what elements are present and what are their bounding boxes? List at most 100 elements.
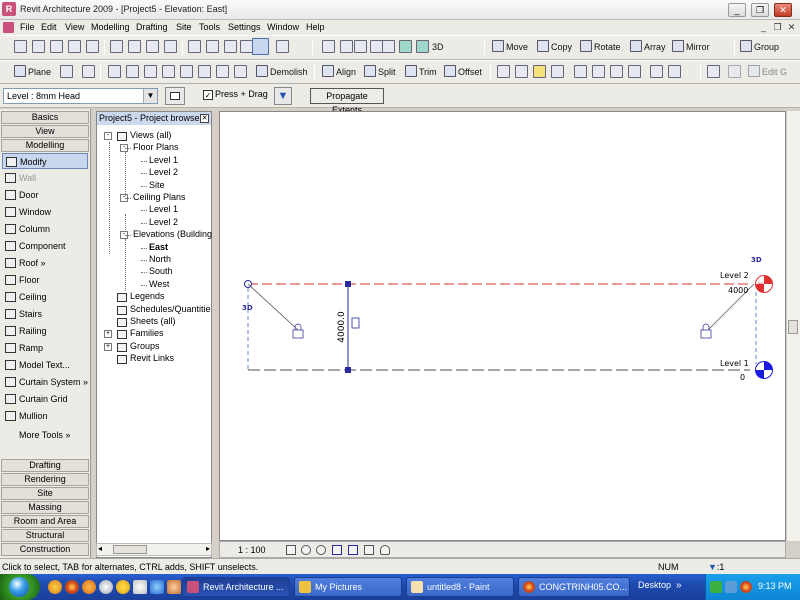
zoom-region-icon[interactable]	[322, 40, 335, 53]
tab-construction[interactable]: Construction	[1, 543, 89, 556]
expand-icon[interactable]: +	[104, 342, 112, 351]
browser-node[interactable]: West	[149, 279, 169, 289]
scale-icon[interactable]	[628, 65, 641, 78]
ungroup-icon[interactable]	[728, 65, 741, 78]
thin-lines-icon[interactable]	[252, 38, 269, 55]
pin-icon[interactable]	[551, 65, 564, 78]
lock-icon[interactable]	[292, 323, 304, 339]
tool-mullion[interactable]: Mullion	[2, 408, 88, 424]
match-type-icon[interactable]	[592, 65, 605, 78]
firefox-icon[interactable]	[82, 580, 96, 594]
chrome-tray-icon[interactable]	[740, 581, 752, 593]
more-tools-button[interactable]: More Tools »	[2, 427, 88, 443]
grid-icon[interactable]	[60, 65, 73, 78]
join-geometry-icon[interactable]	[216, 65, 229, 78]
copy-to-clipboard-icon[interactable]	[497, 65, 510, 78]
level-1-elevation[interactable]: 0	[740, 373, 745, 382]
tool-modify[interactable]: Modify	[2, 153, 88, 169]
mdi-restore-button[interactable]: ❐	[772, 22, 783, 33]
browser-node[interactable]: Families	[130, 328, 164, 338]
close-icon[interactable]: ✕	[200, 114, 209, 123]
level-1-head-icon[interactable]	[755, 361, 773, 379]
desktop-toolbar-label[interactable]: Desktop	[638, 580, 671, 590]
whats-this-help-icon[interactable]	[276, 40, 289, 53]
tab-site[interactable]: Site	[1, 487, 89, 500]
tab-structural[interactable]: Structural	[1, 529, 89, 542]
close-button[interactable]: ✕	[774, 3, 792, 17]
dimension-lock-icon[interactable]	[351, 317, 360, 329]
network-icon[interactable]	[725, 581, 737, 593]
detail-level-icon[interactable]	[286, 545, 296, 555]
browser-node[interactable]: Views (all)	[130, 130, 171, 140]
3d-extent-tag-left[interactable]: 3D	[242, 304, 253, 312]
measure-icon[interactable]	[668, 65, 681, 78]
paint-icon[interactable]	[162, 65, 175, 78]
mdi-close-button[interactable]: ✕	[786, 22, 797, 33]
browser-node[interactable]: Sheets (all)	[130, 316, 176, 326]
tool-model-text[interactable]: Model Text...	[2, 357, 88, 373]
browser-node[interactable]: Elevations (Building	[133, 229, 212, 239]
model-graphics-style-icon[interactable]	[301, 545, 311, 555]
browser-node[interactable]: Level 1	[149, 204, 178, 214]
cut-icon[interactable]	[110, 40, 123, 53]
highlight-icon[interactable]	[533, 65, 546, 78]
maximize-button[interactable]: ❐	[751, 3, 769, 17]
tool-window[interactable]: Window	[2, 204, 88, 220]
browser-node[interactable]: Schedules/Quantitie	[130, 304, 211, 314]
browser-node[interactable]: East	[149, 242, 168, 252]
cut-geometry-icon[interactable]	[198, 65, 211, 78]
browser-node[interactable]: South	[149, 266, 173, 276]
tab-room-and-area[interactable]: Room and Area	[1, 515, 89, 528]
vertical-scrollbar-thumb[interactable]	[788, 320, 798, 334]
menu-file[interactable]: File	[20, 22, 35, 32]
browser-node[interactable]: Revit Links	[130, 353, 174, 363]
unpin-icon[interactable]	[574, 65, 587, 78]
drawing-area[interactable]: 4000.0 3D 3D Level 2 4000 × Level 1 0	[219, 111, 786, 541]
element-properties-button[interactable]	[165, 87, 185, 105]
tool-ceiling[interactable]: Ceiling	[2, 289, 88, 305]
menu-window[interactable]: Window	[267, 22, 299, 32]
offset-button[interactable]: Offset	[444, 64, 482, 80]
crop-view-icon[interactable]	[332, 545, 342, 555]
browser-node[interactable]: Level 1	[149, 155, 178, 165]
task-browser[interactable]: CONGTRINH05.CO...	[518, 577, 630, 597]
level-2-name[interactable]: Level 2	[720, 271, 749, 280]
menu-help[interactable]: Help	[306, 22, 325, 32]
filter-button[interactable]: ▼	[274, 87, 292, 105]
media-player-icon[interactable]	[99, 580, 113, 594]
default-3d-view-icon[interactable]	[399, 40, 412, 53]
shadows-icon[interactable]	[316, 545, 326, 555]
scroll-right-icon[interactable]: ▸	[206, 544, 210, 553]
browser-node[interactable]: Site	[149, 180, 165, 190]
messenger-icon[interactable]	[116, 580, 130, 594]
tab-view[interactable]: View	[1, 125, 89, 138]
view-3d-label[interactable]: 3D	[432, 39, 444, 55]
tab-massing[interactable]: Massing	[1, 501, 89, 514]
browser-node[interactable]: Groups	[130, 341, 160, 351]
save-icon[interactable]	[50, 40, 63, 53]
document-icon[interactable]	[3, 22, 14, 33]
trim-button[interactable]: Trim	[405, 64, 437, 80]
tool-railing[interactable]: Railing	[2, 323, 88, 339]
zoom-dropdown-icon[interactable]	[340, 40, 353, 53]
temporary-hide-isolate-icon[interactable]	[364, 545, 374, 555]
browser-node[interactable]: Level 2	[149, 217, 178, 227]
tool-wall[interactable]: Wall	[2, 170, 88, 186]
dimension-icon[interactable]	[108, 65, 121, 78]
tool-roof[interactable]: Roof »	[2, 255, 88, 271]
scroll-left-icon[interactable]: ◂	[98, 544, 102, 553]
tab-modelling[interactable]: Modelling	[1, 139, 89, 152]
dimension-grip[interactable]	[345, 367, 351, 373]
tag-icon[interactable]	[144, 65, 157, 78]
view-scale[interactable]: 1 : 100	[238, 545, 266, 555]
press-drag-checkbox[interactable]: ✓	[203, 90, 213, 100]
print-icon[interactable]	[86, 40, 99, 53]
expand-icon[interactable]: +	[104, 330, 112, 339]
browser-node[interactable]: North	[149, 254, 171, 264]
tab-drafting[interactable]: Drafting	[1, 459, 89, 472]
tray-app-icon[interactable]	[710, 581, 722, 593]
edit-group-button[interactable]: Edit G	[748, 64, 787, 80]
clock[interactable]: 9:13 PM	[758, 581, 792, 591]
press-drag-option[interactable]: ✓ Press + Drag	[203, 89, 268, 100]
demolish-button[interactable]: Demolish	[256, 64, 308, 80]
